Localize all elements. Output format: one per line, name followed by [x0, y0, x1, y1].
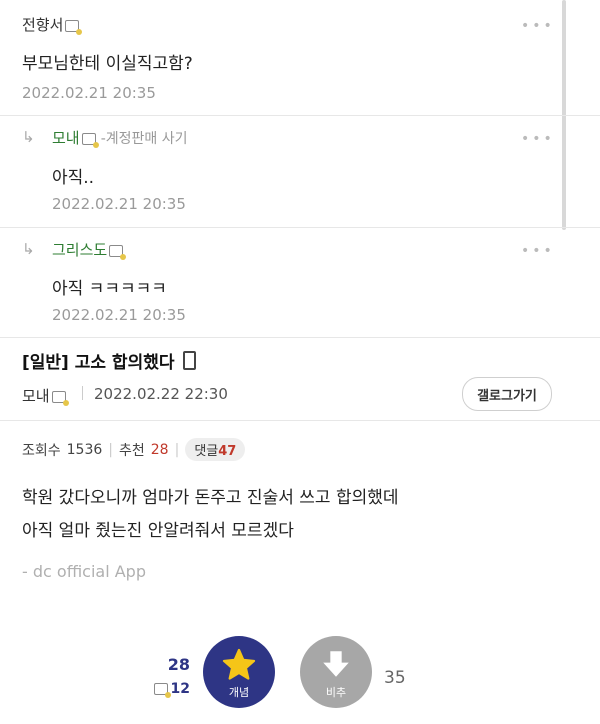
recommend-count: 28 — [150, 441, 169, 458]
views-count: 1536 — [66, 441, 103, 458]
divider — [0, 227, 600, 228]
comment-label: 댓글 — [194, 444, 219, 459]
comment-1-date: 2022.02.21 20:35 — [22, 84, 156, 102]
comment-2-body: 아직.. — [52, 168, 95, 188]
reply-arrow-icon: ↳ — [22, 128, 35, 146]
comment-1-body: 부모님한테 이실직고함? — [22, 54, 193, 74]
comment-count-badge[interactable]: 댓글47 — [185, 438, 246, 461]
user-badge-icon — [81, 132, 99, 148]
more-dots-icon[interactable]: ••• — [521, 131, 555, 147]
more-dots-icon[interactable]: ••• — [521, 243, 555, 259]
more-dots-icon[interactable]: ••• — [521, 18, 555, 34]
up-vote-count: 28 — [167, 655, 190, 674]
post-date: 2022.02.22 22:30 — [94, 385, 228, 403]
post-footer: - dc official App — [22, 562, 146, 581]
down-vote-count: 35 — [384, 668, 406, 688]
post-author[interactable]: 모내 — [22, 385, 69, 406]
comment-3-nick[interactable]: 그리스도 — [52, 241, 107, 259]
post-author-nick[interactable]: 모내 — [22, 387, 50, 405]
star-icon — [222, 648, 256, 680]
upvote-button[interactable]: 개념 — [203, 636, 275, 708]
downvote-button[interactable]: 비추 — [300, 636, 372, 708]
separator — [82, 386, 83, 400]
post-title[interactable]: [일반] 고소 합의했다 — [22, 348, 197, 373]
divider — [0, 337, 600, 338]
comment-3-author[interactable]: 그리스도 — [52, 239, 127, 260]
reply-arrow-icon: ↳ — [22, 240, 35, 258]
separator: | — [174, 441, 180, 458]
divider — [0, 115, 600, 116]
down-arrow-icon — [323, 651, 349, 677]
comment-2-date: 2022.02.21 20:35 — [52, 195, 186, 213]
divider — [0, 420, 600, 421]
mobile-icon — [183, 351, 197, 370]
gallery-button[interactable]: 갤로그가기 — [462, 377, 552, 411]
post-title-text[interactable]: [일반] 고소 합의했다 — [22, 353, 175, 373]
comment-2-extra: -계정판매 사기 — [100, 131, 188, 147]
downvote-label: 비추 — [325, 686, 347, 699]
views-label: 조회수 — [22, 442, 61, 459]
comment-3-body: 아직 ㅋㅋㅋㅋㅋ — [52, 279, 167, 299]
fixed-vote-value: 12 — [170, 681, 190, 697]
recommend-label: 추천 — [119, 442, 145, 459]
post-stats: 조회수 1536 | 추천 28 | 댓글47 — [22, 438, 246, 461]
user-badge-icon — [51, 390, 69, 406]
fixed-vote-count: 12 — [146, 681, 190, 698]
comment-1-author[interactable]: 전향서 — [22, 14, 83, 35]
separator: | — [108, 441, 113, 458]
user-badge-icon — [153, 683, 171, 698]
user-badge-icon — [109, 244, 127, 260]
comment-1-nick[interactable]: 전향서 — [22, 16, 63, 34]
comment-3-date: 2022.02.21 20:35 — [52, 306, 186, 324]
comment-2-author[interactable]: 모내 -계정판매 사기 — [52, 127, 188, 148]
post-body-line-2: 아직 얼마 줬는진 안알려줘서 모르겠다 — [22, 521, 294, 541]
user-badge-icon — [65, 19, 83, 35]
post-body-line-1: 학원 갔다오니까 엄마가 돈주고 진술서 쓰고 합의했데 — [22, 488, 399, 508]
upvote-label: 개념 — [228, 686, 250, 699]
comment-count: 47 — [218, 444, 237, 459]
comment-2-nick[interactable]: 모내 — [52, 129, 80, 147]
